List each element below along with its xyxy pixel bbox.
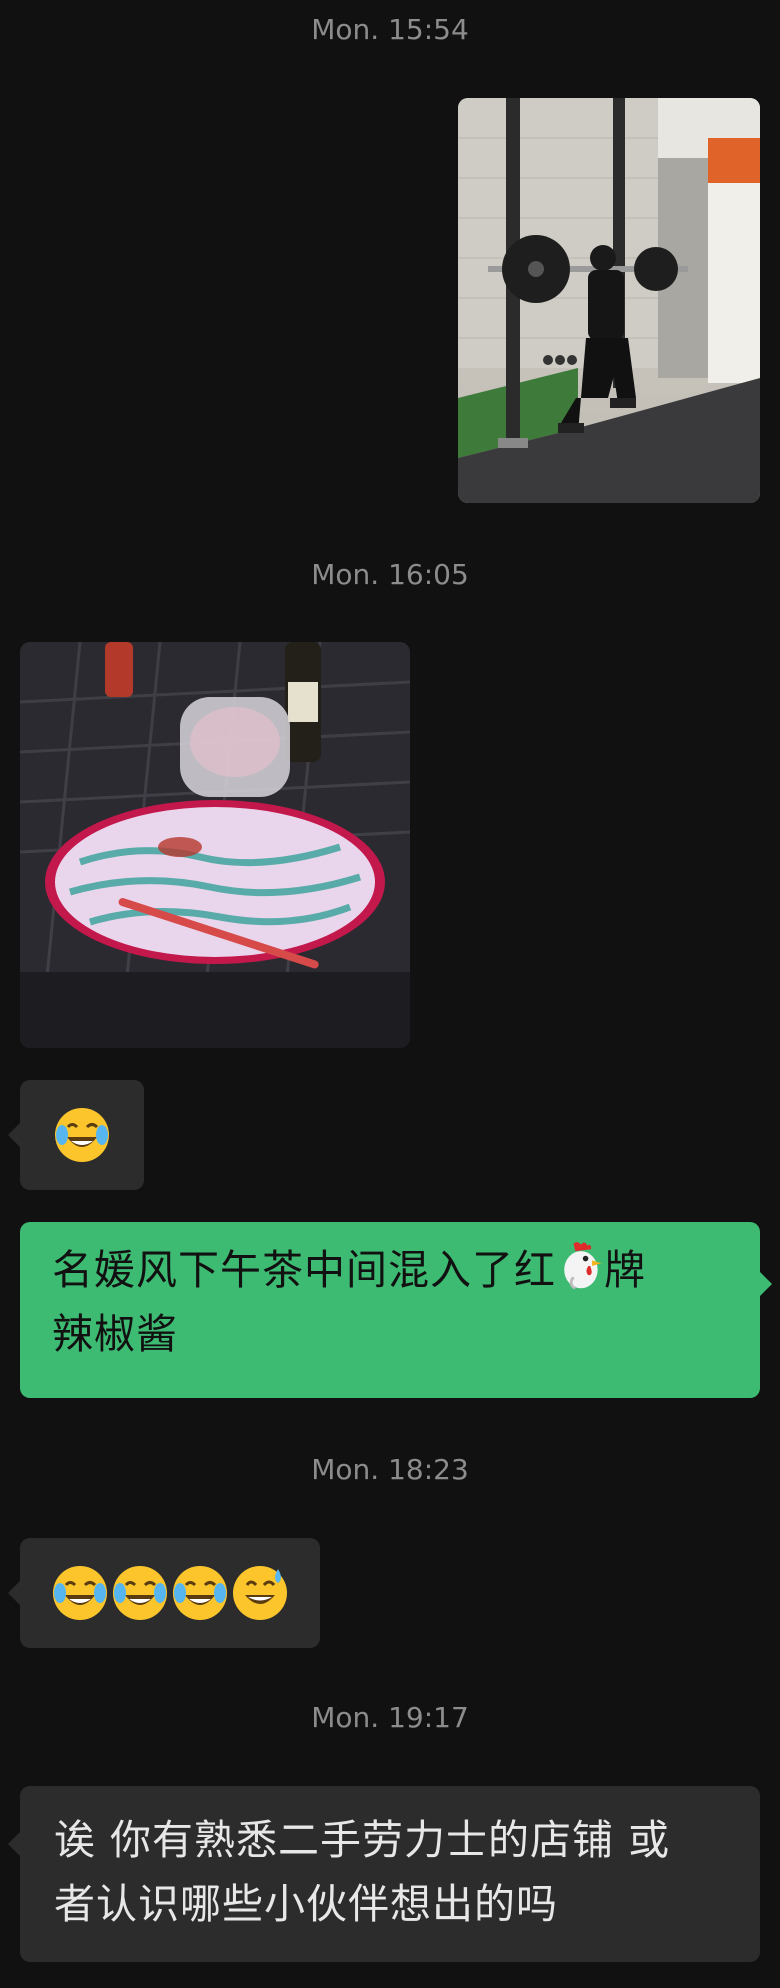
bubble-tail	[8, 1832, 20, 1856]
gym-squat-photo-icon	[458, 98, 760, 503]
tea-table-plate-photo-icon	[20, 642, 410, 1048]
emoji-message[interactable]	[8, 1080, 144, 1190]
message-line: 名媛风下午茶中间混入了红 牌	[52, 1238, 728, 1302]
tea-table-photo-message[interactable]	[20, 642, 410, 1048]
message-text: 牌	[604, 1246, 646, 1294]
grinning-sweat-emoji-icon	[233, 1566, 287, 1620]
message-line: 诶 你有熟悉二手劳力士的店铺 或	[54, 1816, 671, 1864]
bubble-tail	[8, 1581, 20, 1605]
message-line: 辣椒酱	[52, 1310, 178, 1358]
timestamp: Mon. 15:54	[311, 13, 469, 46]
emoji-row-message[interactable]	[8, 1538, 320, 1648]
tears-of-joy-emoji-icon	[53, 1566, 107, 1620]
incoming-text-message[interactable]: 诶 你有熟悉二手劳力士的店铺 或 者认识哪些小伙伴想出的吗	[8, 1786, 760, 1962]
bubble-tail	[8, 1123, 20, 1147]
timestamp: Mon. 19:17	[311, 1701, 469, 1734]
bubble-tail	[760, 1272, 772, 1296]
message-text: 名媛风下午茶中间混入了红	[52, 1246, 556, 1294]
timestamp: Mon. 18:23	[311, 1453, 469, 1486]
tears-of-joy-emoji-icon	[55, 1108, 109, 1162]
gym-photo-message[interactable]	[458, 98, 760, 503]
tears-of-joy-emoji-icon	[113, 1566, 167, 1620]
message-line: 者认识哪些小伙伴想出的吗	[54, 1880, 558, 1928]
tears-of-joy-emoji-icon	[173, 1566, 227, 1620]
rooster-emoji-icon	[564, 1242, 602, 1290]
timestamp: Mon. 16:05	[311, 558, 469, 591]
outgoing-text-message[interactable]: 名媛风下午茶中间混入了红 牌 辣椒酱	[20, 1222, 772, 1398]
